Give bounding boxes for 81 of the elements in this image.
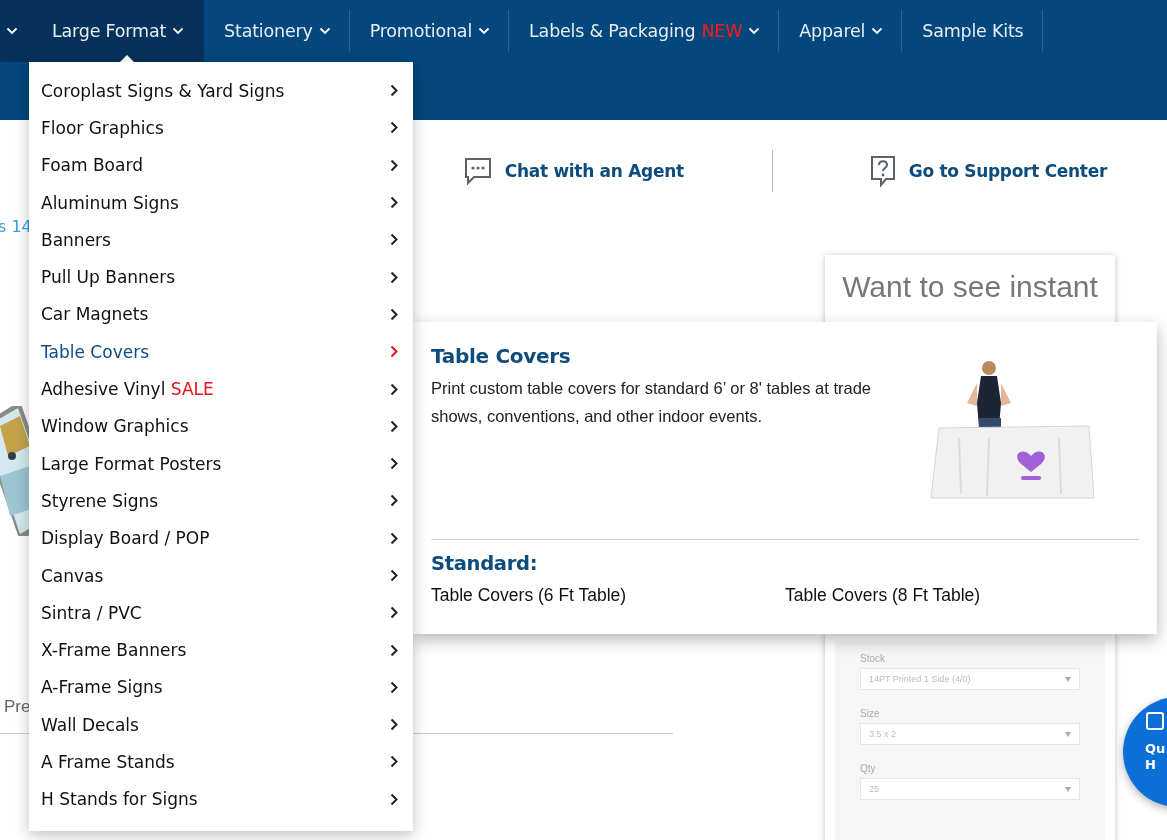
chevron-right-icon [390,569,398,582]
chevron-right-icon [390,84,398,98]
menu-item-label: H Stands for Signs [41,789,198,810]
field-label: Size [860,708,881,719]
menu-item-label: A-Frame Signs [41,677,163,698]
menu-item-label: Car Magnets [41,304,149,325]
menu-item[interactable]: Canvas [29,556,413,595]
menu-item[interactable]: Table Covers [29,333,413,371]
nav-item[interactable]: Sample Kits [902,10,1043,52]
menu-item[interactable]: Coroplast Signs & Yard Signs [29,72,413,110]
chevron-right-icon [390,606,398,620]
nav-item[interactable]: Promotional [349,10,510,52]
menu-item[interactable]: Styrene Signs [29,482,413,520]
chevron-right-icon [390,494,398,508]
chevron-right-icon [390,643,398,657]
menu-item-label: Floor Graphics [41,117,164,138]
menu-item[interactable]: Foam Board [29,146,413,184]
menu-item-label: Aluminum Signs [41,192,179,213]
nav-item[interactable]: Labels & Packaging NEW [509,10,780,52]
menu-item-label: A Frame Stands [41,752,175,772]
menu-item-label: Styrene Signs [41,490,159,511]
menu-item[interactable]: Window Graphics [29,407,413,445]
chevron-right-icon [390,233,398,247]
menu-item[interactable]: Large Format Posters [29,444,413,483]
help-icon [868,155,897,187]
menu-item-label: Window Graphics [41,416,189,437]
chevron-right-icon [390,680,398,694]
menu-item-label: Adhesive Vinyl SALE [41,379,214,399]
menu-item[interactable]: A-Frame Signs [29,668,413,707]
menu-item[interactable]: Floor Graphics [29,109,413,147]
menu-item[interactable]: X-Frame Banners [29,631,413,669]
chevron-right-icon [390,345,398,359]
product-link[interactable]: Table Covers (8 Ft Table) [785,585,1139,606]
menu-item-label: Table Covers [41,341,149,362]
section-heading: Standard: [431,552,539,575]
menu-item[interactable]: Pull Up Banners [29,258,413,296]
chevron-right-icon [390,382,398,396]
chevron-right-icon [390,419,398,433]
menu-item[interactable]: Wall Decals [29,706,413,744]
card-heading: Want to see instant [841,271,1099,303]
page-text: Pre [4,697,32,717]
menu-item-label: Pull Up Banners [41,267,176,288]
chevron-right-icon [390,755,398,769]
flyout-title: Table Covers [431,344,572,368]
nav-item[interactable] [0,0,20,62]
menu-item[interactable]: Adhesive Vinyl SALE [29,370,413,408]
menu-item[interactable]: Aluminum Signs [29,183,413,222]
chevron-right-icon [390,457,398,471]
menu-item[interactable]: Banners [29,221,413,259]
menu-item-label: Wall Decals [41,714,139,735]
help-button[interactable]: Qu H [1123,697,1167,807]
nav-item[interactable]: Stationery [204,10,350,52]
chevron-right-icon [390,531,398,545]
menu-item-label: Foam Board [41,155,143,176]
nav-item[interactable]: Apparel [779,10,903,52]
menu-item[interactable]: H Stands for Signs [29,780,413,818]
menu-item-label: Large Format Posters [41,453,222,474]
menu-item[interactable]: Display Board / POP [29,519,413,557]
chevron-right-icon [390,792,398,806]
chevron-right-icon [390,158,398,172]
menu-item-label: Display Board / POP [41,528,210,549]
menu-item-label: Banners [41,229,111,250]
support-link[interactable]: Chat with an Agent [462,156,684,186]
menu-item[interactable]: A Frame Stands [29,743,413,781]
chevron-right-icon [390,718,398,732]
product-link[interactable]: Table Covers (6 Ft Table) [431,585,785,606]
chevron-right-icon [390,121,398,135]
menu-item[interactable]: Sintra / PVC [29,594,413,632]
menu-item-label: Coroplast Signs & Yard Signs [41,80,285,101]
menu-item[interactable]: Car Magnets [29,295,413,334]
nav-item[interactable]: Large Format [20,0,205,62]
chevron-right-icon [390,196,398,210]
menu-item-label: Canvas [41,565,104,586]
chevron-right-icon [390,270,398,284]
flyout-description: Print custom table covers for standard 6’ or 8' tables at trade shows, conventions, and other indoor events. [431,378,872,427]
menu-item-label: Sintra / PVC [41,602,142,623]
support-link[interactable]: Go to Support Center [868,155,1107,187]
chevron-right-icon [390,307,398,321]
menu-item-label: X-Frame Banners [41,640,187,661]
field-label: Qty [860,763,877,774]
field-label: Stock [860,653,886,664]
